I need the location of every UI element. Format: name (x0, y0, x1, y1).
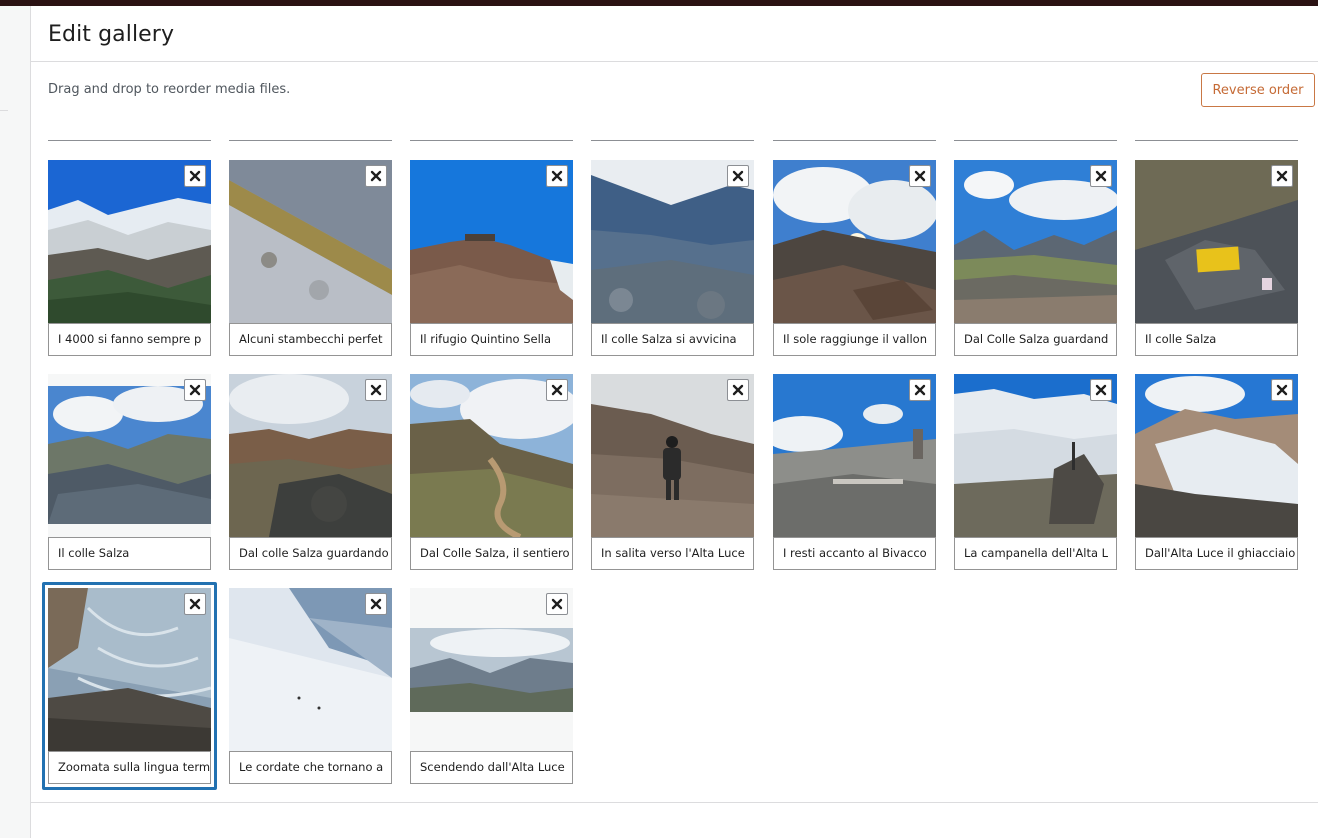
caption-field[interactable]: Il sole raggiunge il vallon (773, 323, 936, 356)
caption-field[interactable]: Le cordate che tornano a (229, 751, 392, 784)
gallery-item[interactable]: Il sole raggiunge il vallon (773, 160, 936, 356)
gallery-item[interactable]: Alcuni stambecchi perfet (229, 160, 392, 356)
gallery-item[interactable]: In salita verso l'Alta Luce (591, 374, 754, 570)
close-icon (551, 384, 563, 396)
close-icon (370, 170, 382, 182)
remove-button[interactable] (909, 165, 931, 187)
reorder-instructions: Drag and drop to reorder media files. (48, 82, 291, 97)
close-icon (551, 170, 563, 182)
close-icon (370, 384, 382, 396)
gallery-item[interactable]: Dal colle Salza guardando (229, 374, 392, 570)
close-icon (1095, 384, 1107, 396)
column-divider (410, 140, 573, 141)
caption-field[interactable]: Zoomata sulla lingua term (48, 751, 211, 784)
modal-footer-divider (31, 802, 1318, 803)
caption-field[interactable]: In salita verso l'Alta Luce (591, 537, 754, 570)
gallery-item[interactable]: Dal Colle Salza, il sentiero (410, 374, 573, 570)
close-icon (1095, 170, 1107, 182)
close-icon (1276, 170, 1288, 182)
close-icon (732, 170, 744, 182)
close-icon (189, 384, 201, 396)
caption-field[interactable]: Dal colle Salza guardando (229, 537, 392, 570)
remove-button[interactable] (1090, 165, 1112, 187)
sidebar-divider (0, 110, 8, 111)
caption-field[interactable]: Il colle Salza (48, 537, 211, 570)
remove-button[interactable] (909, 379, 931, 401)
gallery-item[interactable]: Le cordate che tornano a (229, 588, 392, 784)
left-sidebar-edge (0, 6, 31, 838)
caption-field[interactable]: I 4000 si fanno sempre p (48, 323, 211, 356)
close-icon (914, 170, 926, 182)
column-divider (773, 140, 936, 141)
remove-button[interactable] (365, 379, 387, 401)
remove-button[interactable] (727, 165, 749, 187)
remove-button[interactable] (184, 593, 206, 615)
column-divider (954, 140, 1117, 141)
close-icon (551, 598, 563, 610)
gallery-item[interactable]: Il colle Salza (1135, 160, 1298, 356)
caption-field[interactable]: Il colle Salza (1135, 323, 1298, 356)
gallery-item-selected[interactable]: Zoomata sulla lingua term (42, 582, 217, 790)
remove-button[interactable] (1271, 379, 1293, 401)
remove-button[interactable] (184, 379, 206, 401)
edit-gallery-modal: Edit gallery Drag and drop to reorder me… (31, 6, 1318, 838)
gallery-item[interactable]: Il colle Salza (48, 374, 211, 570)
modal-header: Edit gallery (31, 6, 1318, 62)
remove-button[interactable] (546, 379, 568, 401)
caption-field[interactable]: I resti accanto al Bivacco (773, 537, 936, 570)
remove-button[interactable] (546, 165, 568, 187)
gallery-item[interactable]: I 4000 si fanno sempre p (48, 160, 211, 356)
caption-field[interactable]: Dal Colle Salza, il sentiero (410, 537, 573, 570)
gallery-item[interactable]: Il colle Salza si avvicina (591, 160, 754, 356)
gallery-item[interactable]: Scendendo dall'Alta Luce (410, 588, 573, 784)
remove-button[interactable] (546, 593, 568, 615)
remove-button[interactable] (1090, 379, 1112, 401)
gallery-item[interactable]: Il rifugio Quintino Sella (410, 160, 573, 356)
remove-button[interactable] (1271, 165, 1293, 187)
caption-field[interactable]: Il colle Salza si avvicina (591, 323, 754, 356)
reverse-order-button[interactable]: Reverse order (1201, 73, 1315, 107)
caption-field[interactable]: Dall'Alta Luce il ghiacciaio (1135, 537, 1298, 570)
gallery-item[interactable]: I resti accanto al Bivacco (773, 374, 936, 570)
caption-field[interactable]: Dal Colle Salza guardand (954, 323, 1117, 356)
close-icon (370, 598, 382, 610)
page-title: Edit gallery (48, 22, 175, 47)
gallery-item[interactable]: Dal Colle Salza guardand (954, 160, 1117, 356)
column-divider (1135, 140, 1298, 141)
gallery-item[interactable]: La campanella dell'Alta L (954, 374, 1117, 570)
column-divider (229, 140, 392, 141)
caption-field[interactable]: La campanella dell'Alta L (954, 537, 1117, 570)
column-divider (591, 140, 754, 141)
close-icon (1276, 384, 1288, 396)
caption-field[interactable]: Scendendo dall'Alta Luce (410, 751, 573, 784)
remove-button[interactable] (365, 165, 387, 187)
close-icon (189, 170, 201, 182)
remove-button[interactable] (365, 593, 387, 615)
close-icon (732, 384, 744, 396)
caption-field[interactable]: Il rifugio Quintino Sella (410, 323, 573, 356)
column-divider (48, 140, 211, 141)
gallery-item[interactable]: Dall'Alta Luce il ghiacciaio (1135, 374, 1298, 570)
close-icon (914, 384, 926, 396)
caption-field[interactable]: Alcuni stambecchi perfet (229, 323, 392, 356)
remove-button[interactable] (727, 379, 749, 401)
close-icon (189, 598, 201, 610)
remove-button[interactable] (184, 165, 206, 187)
